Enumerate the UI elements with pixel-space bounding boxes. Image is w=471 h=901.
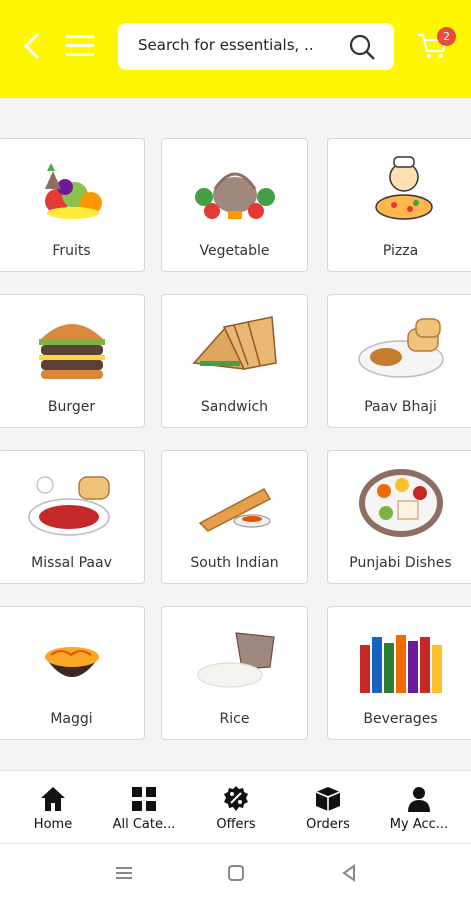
nav-label: Offers — [216, 817, 256, 832]
pizza-image — [374, 156, 433, 220]
back-triangle-icon[interactable] — [338, 862, 360, 884]
rice-image — [196, 632, 275, 688]
nav-item-home[interactable]: Home — [6, 771, 100, 843]
hamburger-icon[interactable] — [64, 31, 96, 61]
category-tile-vegetable[interactable]: Vegetable — [161, 138, 308, 272]
sandwich-image — [191, 316, 277, 370]
category-label: Burger — [47, 399, 96, 415]
category-tile-rice[interactable]: Rice — [161, 606, 308, 740]
recents-icon[interactable] — [113, 862, 135, 884]
nav-label: Home — [33, 817, 73, 832]
south-indian-image — [198, 488, 271, 532]
search-icon[interactable] — [348, 33, 376, 61]
box-icon — [315, 787, 341, 811]
offers-icon — [224, 786, 248, 811]
category-tile-punjabi-dishes[interactable]: Punjabi Dishes — [327, 450, 471, 584]
beverages-image — [359, 635, 442, 693]
category-label: Punjabi Dishes — [349, 555, 452, 571]
home-icon — [41, 787, 65, 811]
nav-label: My Acc... — [389, 817, 449, 832]
app-header: Search for essentials, .. 2 — [0, 0, 471, 98]
category-label: Paav Bhaji — [364, 399, 437, 415]
category-tile-south-indian[interactable]: South Indian — [161, 450, 308, 584]
vegetable-image — [194, 172, 275, 219]
paav-bhaji-image — [357, 318, 444, 378]
nav-item-my-account[interactable]: My Acc... — [372, 771, 466, 843]
nav-label: All Cate... — [112, 817, 176, 832]
category-tile-pizza[interactable]: Pizza — [327, 138, 471, 272]
bottom-nav: Home All Cate... Offers Orders My Acc... — [0, 770, 471, 843]
search-placeholder: Search for essentials, .. — [138, 36, 314, 54]
home-square-icon[interactable] — [225, 862, 247, 884]
category-tile-sandwich[interactable]: Sandwich — [161, 294, 308, 428]
search-bar[interactable]: Search for essentials, .. — [118, 23, 394, 70]
punjabi-dishes-image — [358, 469, 443, 537]
category-tile-burger[interactable]: Burger — [0, 294, 145, 428]
grid-icon — [132, 787, 156, 811]
chevron-left-icon[interactable] — [18, 30, 46, 62]
category-tile-beverages[interactable]: Beverages — [327, 606, 471, 740]
category-label: Fruits — [52, 243, 91, 259]
user-icon — [408, 787, 430, 812]
category-label: Maggi — [50, 711, 93, 727]
fruits-image — [44, 163, 102, 219]
cart-count-badge: 2 — [437, 27, 456, 46]
category-tile-paav-bhaji[interactable]: Paav Bhaji — [327, 294, 471, 428]
category-label: Missal Paav — [31, 555, 112, 571]
category-label: Rice — [219, 711, 250, 727]
category-label: Beverages — [363, 711, 438, 727]
maggi-image — [44, 647, 99, 677]
nav-label: Orders — [306, 817, 350, 832]
nav-item-offers[interactable]: Offers — [189, 771, 283, 843]
category-label: South Indian — [190, 555, 279, 571]
nav-item-orders[interactable]: Orders — [281, 771, 375, 843]
system-nav-bar — [0, 843, 471, 901]
burger-image — [38, 324, 105, 379]
category-tile-missal-paav[interactable]: Missal Paav — [0, 450, 145, 584]
category-tile-fruits[interactable]: Fruits — [0, 138, 145, 272]
missal-paav-image — [27, 476, 110, 536]
category-label: Pizza — [382, 243, 419, 259]
nav-item-all-categories[interactable]: All Cate... — [97, 771, 191, 843]
category-label: Sandwich — [200, 399, 269, 415]
category-label: Vegetable — [199, 243, 270, 259]
category-tile-maggi[interactable]: Maggi — [0, 606, 145, 740]
